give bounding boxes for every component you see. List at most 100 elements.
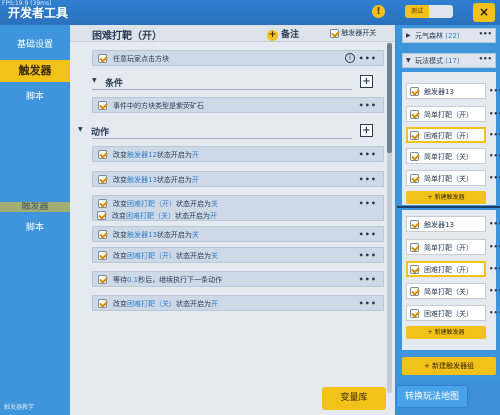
actions-section-header[interactable]: ▼ 动作 bbox=[78, 124, 360, 138]
close-icon[interactable]: × bbox=[473, 3, 495, 22]
scrollbar-thumb[interactable] bbox=[387, 43, 392, 153]
action-checkbox[interactable] bbox=[98, 299, 107, 308]
more-options-icon[interactable]: ••• bbox=[489, 174, 500, 182]
sidebar-item-scripts-secondary[interactable]: 脚本 bbox=[0, 218, 70, 238]
event-row[interactable]: 任意玩家点击方块 i ••• bbox=[92, 50, 384, 66]
trigger-item[interactable]: 困难打靶（开） bbox=[406, 127, 486, 143]
trigger-checkbox[interactable] bbox=[410, 243, 419, 252]
add-condition-button[interactable]: + bbox=[360, 75, 373, 88]
action-checkbox[interactable] bbox=[98, 251, 107, 260]
note-button[interactable]: + 备注 bbox=[267, 27, 299, 41]
trigger-switch[interactable]: 触发器开关 bbox=[330, 28, 376, 38]
trigger-item[interactable]: 简单打靶（开） bbox=[406, 106, 486, 122]
trigger-item[interactable]: 简单打靶（开） bbox=[406, 239, 486, 255]
action-checkbox[interactable] bbox=[98, 199, 107, 208]
trigger-item[interactable]: 简单打靶（关） bbox=[406, 148, 486, 164]
new-trigger-group-button[interactable]: + 新建触发器组 bbox=[402, 357, 496, 375]
more-options-icon[interactable]: ••• bbox=[489, 287, 500, 295]
more-options-icon[interactable]: ••• bbox=[489, 87, 500, 95]
trigger-checkbox[interactable] bbox=[410, 220, 419, 229]
action-desc: 状态开启为 bbox=[156, 151, 192, 159]
trigger-switch-checkbox[interactable] bbox=[330, 28, 339, 38]
sidebar-item-basic-settings[interactable]: 基础设置 bbox=[0, 35, 70, 55]
more-options-icon[interactable]: ••• bbox=[359, 199, 377, 208]
more-options-icon[interactable]: ••• bbox=[489, 152, 500, 160]
event-checkbox[interactable] bbox=[98, 54, 107, 63]
condition-checkbox[interactable] bbox=[98, 101, 107, 110]
trigger-checkbox[interactable] bbox=[410, 265, 419, 274]
trigger-label: 简单打靶（关） bbox=[424, 288, 473, 296]
action-desc: 状态开启为 bbox=[156, 231, 192, 239]
trigger-checkbox[interactable] bbox=[410, 110, 419, 119]
sidebar-item-scripts[interactable]: 脚本 bbox=[0, 87, 70, 107]
action-checkbox[interactable] bbox=[98, 150, 107, 159]
trigger-tutorial-link[interactable]: 触发器教学 bbox=[4, 402, 34, 411]
more-options-icon[interactable]: ••• bbox=[359, 54, 377, 63]
trigger-group-yuanqi-forest[interactable]: ▶ 元气森林 (22) ••• bbox=[402, 28, 496, 43]
actions-title: 动作 bbox=[91, 128, 110, 138]
test-toggle[interactable]: 测试 bbox=[405, 5, 453, 18]
action-row[interactable]: 改变困难打靶（关）状态开启为开 ••• bbox=[92, 295, 384, 311]
more-options-icon[interactable]: ••• bbox=[359, 150, 377, 159]
more-options-icon[interactable]: ••• bbox=[489, 220, 500, 228]
action-value: 开 bbox=[211, 300, 218, 308]
conditions-section-header[interactable]: ▼ 条件 bbox=[92, 75, 374, 89]
more-options-icon[interactable]: ••• bbox=[479, 30, 492, 38]
action-checkbox[interactable] bbox=[98, 275, 107, 284]
trigger-checkbox[interactable] bbox=[410, 174, 419, 183]
trigger-label: 简单打靶（关） bbox=[424, 175, 473, 183]
action-checkbox[interactable] bbox=[98, 175, 107, 184]
trigger-group-play-mode[interactable]: ▼ 玩法模式 (17) ••• bbox=[402, 53, 496, 68]
action-checkbox[interactable] bbox=[98, 230, 107, 239]
trigger-item[interactable]: 触发器13 bbox=[406, 216, 486, 232]
action-verb: 改变 bbox=[113, 252, 127, 260]
info-icon[interactable]: i bbox=[345, 53, 355, 63]
action-desc: 秒后，继续执行下一条动作 bbox=[138, 276, 223, 284]
more-options-icon[interactable]: ••• bbox=[359, 275, 377, 284]
trigger-checkbox[interactable] bbox=[410, 131, 419, 140]
more-options-icon[interactable]: ••• bbox=[479, 55, 492, 63]
variable-library-button[interactable]: 变量库 bbox=[322, 387, 386, 410]
warning-icon[interactable]: ! bbox=[372, 5, 385, 18]
trigger-checkbox[interactable] bbox=[410, 87, 419, 96]
trigger-checkbox[interactable] bbox=[410, 309, 419, 318]
condition-row[interactable]: 事件中的方块类型是紫荧矿石 ••• bbox=[92, 97, 384, 113]
trigger-item[interactable]: 困难打靶（开） bbox=[406, 261, 486, 277]
action-target: 困难打靶（开） bbox=[127, 252, 176, 260]
trigger-checkbox[interactable] bbox=[410, 152, 419, 161]
group-name-text: 玩法模式 bbox=[415, 57, 443, 65]
more-options-icon[interactable]: ••• bbox=[359, 175, 377, 184]
collapse-arrow-icon[interactable]: ▼ bbox=[78, 126, 83, 133]
action-value: 开 bbox=[210, 212, 217, 220]
action-row[interactable]: 改变触发器13状态开启为开 ••• bbox=[92, 171, 384, 187]
more-options-icon[interactable]: ••• bbox=[489, 309, 500, 317]
more-options-icon[interactable]: ••• bbox=[489, 110, 500, 118]
more-options-icon[interactable]: ••• bbox=[489, 265, 500, 273]
add-action-button[interactable]: + bbox=[360, 124, 373, 137]
action-row[interactable]: 改变触发器12状态开启为开 ••• bbox=[92, 146, 384, 162]
collapse-arrow-icon[interactable]: ▼ bbox=[92, 77, 97, 84]
action-row[interactable]: 改变困难打靶（关）状态开启为开 bbox=[92, 208, 384, 224]
more-options-icon[interactable]: ••• bbox=[359, 299, 377, 308]
more-options-icon[interactable]: ••• bbox=[359, 251, 377, 260]
trigger-item[interactable]: 触发器13 bbox=[406, 83, 486, 99]
action-row[interactable]: 等待0.1秒后，继续执行下一条动作 ••• bbox=[92, 271, 384, 287]
trigger-checkbox[interactable] bbox=[410, 287, 419, 296]
switch-play-map-button[interactable]: 转换玩法地图 bbox=[396, 385, 468, 408]
action-target: 触发器13 bbox=[127, 176, 157, 184]
new-trigger-button[interactable]: + 新建触发器 bbox=[406, 191, 486, 204]
sidebar-item-triggers[interactable]: 触发器 bbox=[0, 60, 70, 82]
top-bar: FPS:19.9 (39ms) 开发者工具 ! 测试 × bbox=[0, 0, 500, 25]
more-options-icon[interactable]: ••• bbox=[489, 131, 500, 139]
trigger-item[interactable]: 困难打靶（关） bbox=[406, 305, 486, 321]
more-options-icon[interactable]: ••• bbox=[359, 230, 377, 239]
action-row[interactable]: 改变困难打靶（开）状态开启为关 ••• bbox=[92, 247, 384, 263]
action-row[interactable]: 改变触发器13状态开启为关 ••• bbox=[92, 226, 384, 242]
trigger-item[interactable]: 简单打靶（关） bbox=[406, 170, 486, 186]
sidebar: 基础设置 触发器 脚本 触发器 脚本 触发器教学 bbox=[0, 25, 70, 415]
trigger-item[interactable]: 简单打靶（关） bbox=[406, 283, 486, 299]
new-trigger-button[interactable]: + 新建触发器 bbox=[406, 326, 486, 339]
action-checkbox[interactable] bbox=[97, 211, 106, 220]
more-options-icon[interactable]: ••• bbox=[359, 101, 377, 110]
more-options-icon[interactable]: ••• bbox=[489, 243, 500, 251]
